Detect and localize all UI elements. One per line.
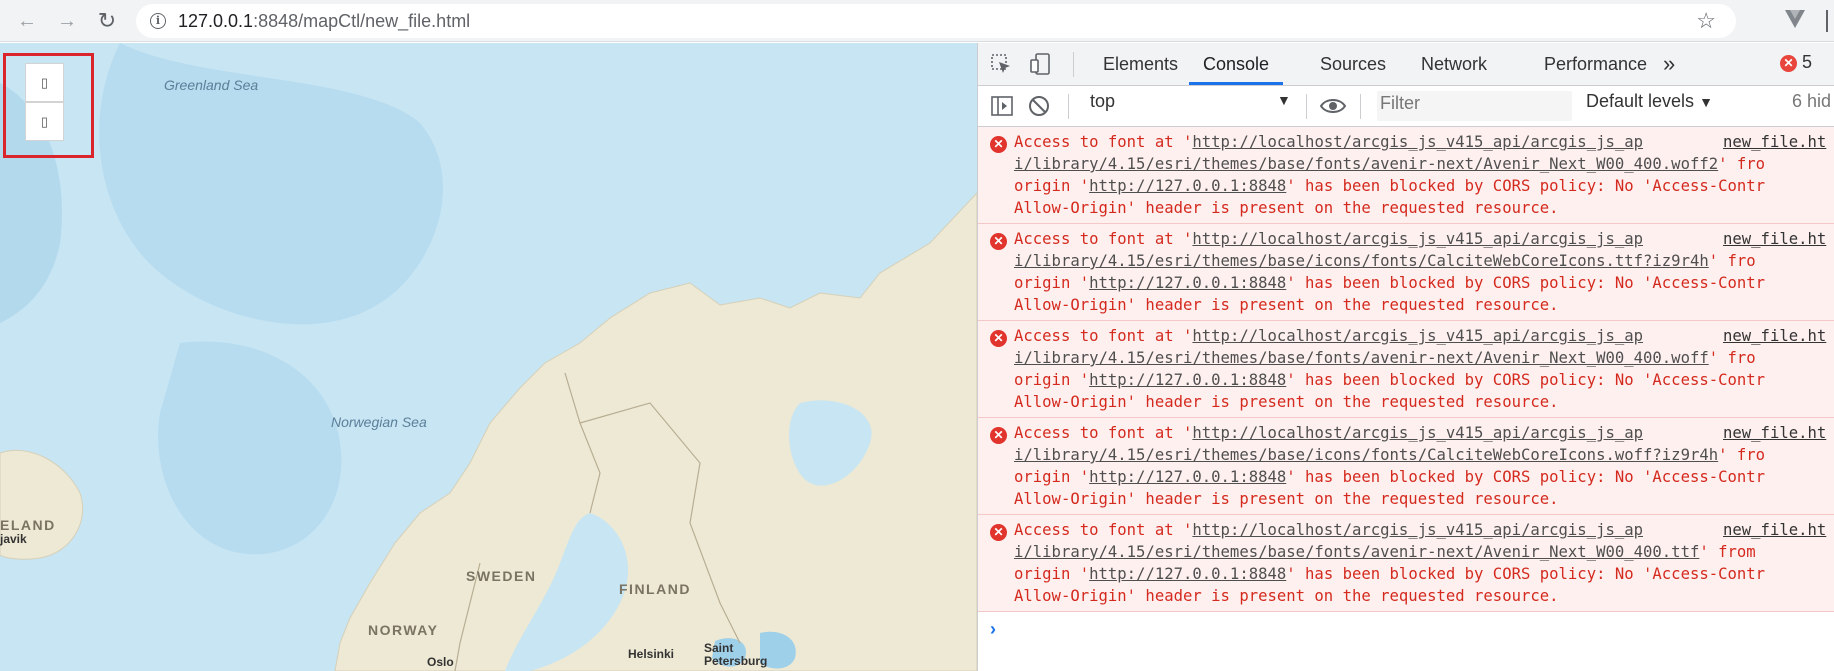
console-error-message[interactable]: ✕ Access to font at 'http://localhost/ar… xyxy=(978,321,1834,418)
source-link[interactable]: new_file.ht xyxy=(1723,131,1826,153)
context-selector[interactable]: top xyxy=(1090,91,1115,112)
inspect-element-icon[interactable] xyxy=(990,53,1012,75)
console-error-message[interactable]: ✕ Access to font at 'http://localhost/ar… xyxy=(978,127,1834,224)
error-icon: ✕ xyxy=(990,524,1007,541)
tab-sources[interactable]: Sources xyxy=(1320,43,1386,85)
error-count[interactable]: 5 xyxy=(1802,52,1812,73)
font-url-link[interactable]: http://localhost/arcgis_js_v415_api/arcg… xyxy=(1192,133,1643,151)
origin-link[interactable]: http://127.0.0.1:8848 xyxy=(1089,274,1286,292)
console-error-message[interactable]: ✕ Access to font at 'http://localhost/ar… xyxy=(978,224,1834,321)
error-icon: ✕ xyxy=(990,233,1007,250)
info-icon[interactable]: i xyxy=(150,13,166,29)
origin-link[interactable]: http://127.0.0.1:8848 xyxy=(1089,177,1286,195)
more-tabs-button[interactable]: » xyxy=(1663,43,1675,85)
toolbar-divider xyxy=(1826,10,1828,32)
font-url-link[interactable]: i/library/4.15/esri/themes/base/icons/fo… xyxy=(1014,252,1709,270)
label-norway: NORWAY xyxy=(368,622,439,638)
devtools-panel: Elements Console Sources Network Perform… xyxy=(977,43,1834,671)
sidebar-toggle-icon[interactable] xyxy=(990,94,1014,118)
device-toolbar-icon[interactable] xyxy=(1029,52,1051,76)
reload-button[interactable]: ↻ xyxy=(94,8,120,34)
url-text[interactable]: 127.0.0.1:8848/mapCtl/new_file.html xyxy=(178,11,470,32)
arrow-right-icon: → xyxy=(57,10,77,32)
tab-elements[interactable]: Elements xyxy=(1103,43,1178,85)
label-sweden: SWEDEN xyxy=(466,568,537,584)
tab-console[interactable]: Console xyxy=(1188,43,1284,85)
label-helsinki: Helsinki xyxy=(628,647,675,661)
reload-icon: ↻ xyxy=(97,8,117,33)
chevron-down-icon: ▼ xyxy=(1699,94,1713,110)
error-icon: ✕ xyxy=(990,427,1007,444)
label-finland: FINLAND xyxy=(619,581,691,597)
tab-divider xyxy=(1073,52,1074,77)
devtools-tabbar: Elements Console Sources Network Perform… xyxy=(978,43,1834,86)
map-control-button-2[interactable]: ▯ xyxy=(25,102,64,141)
clear-console-icon[interactable] xyxy=(1027,94,1051,118)
label-greenland-sea: Greenland Sea xyxy=(164,77,259,93)
browser-window: ← → ↻ i 127.0.0.1:8848/mapCtl/new_file.h… xyxy=(0,0,1834,671)
toolbar-divider xyxy=(1068,94,1069,119)
console-error-message[interactable]: ✕ Access to font at 'http://localhost/ar… xyxy=(978,515,1834,612)
star-icon[interactable]: ☆ xyxy=(1696,8,1716,34)
font-url-link[interactable]: http://localhost/arcgis_js_v415_api/arcg… xyxy=(1192,327,1643,345)
error-icon: ✕ xyxy=(990,330,1007,347)
chevron-down-icon[interactable]: ▼ xyxy=(1277,92,1291,108)
origin-link[interactable]: http://127.0.0.1:8848 xyxy=(1089,371,1286,389)
label-norwegian-sea: Norwegian Sea xyxy=(331,414,427,430)
highlighted-controls-frame: ▯ ▯ xyxy=(3,53,94,158)
hidden-messages-count[interactable]: 6 hid xyxy=(1792,91,1831,112)
console-prompt[interactable]: › xyxy=(990,619,996,640)
error-count-icon[interactable]: ✕ xyxy=(1780,55,1797,72)
console-error-message[interactable]: ✕ Access to font at 'http://localhost/ar… xyxy=(978,418,1834,515)
source-link[interactable]: new_file.ht xyxy=(1723,228,1826,250)
font-url-link[interactable]: i/library/4.15/esri/themes/base/fonts/av… xyxy=(1014,155,1718,173)
label-iceland: ELAND xyxy=(0,517,56,533)
source-link[interactable]: new_file.ht xyxy=(1723,422,1826,444)
console-messages: ✕ Access to font at 'http://localhost/ar… xyxy=(978,127,1834,671)
toolbar-divider xyxy=(1306,94,1307,119)
source-link[interactable]: new_file.ht xyxy=(1723,325,1826,347)
console-toolbar: top ▼ Filter Default levels ▼ 6 hid xyxy=(978,86,1834,127)
arrow-left-icon: ← xyxy=(17,10,37,32)
back-button[interactable]: ← xyxy=(14,8,40,34)
tab-performance[interactable]: Performance xyxy=(1544,43,1647,85)
tab-network[interactable]: Network xyxy=(1421,43,1487,85)
address-bar[interactable]: i 127.0.0.1:8848/mapCtl/new_file.html ☆ xyxy=(136,4,1736,38)
map-view[interactable]: Greenland Sea Norwegian Sea SWEDEN FINLA… xyxy=(0,43,977,671)
log-levels-dropdown[interactable]: Default levels ▼ xyxy=(1586,91,1713,112)
browser-toolbar: ← → ↻ i 127.0.0.1:8848/mapCtl/new_file.h… xyxy=(0,0,1834,42)
font-url-link[interactable]: http://localhost/arcgis_js_v415_api/arcg… xyxy=(1192,424,1643,442)
vue-devtools-icon[interactable] xyxy=(1783,7,1807,31)
map-control-button-1[interactable]: ▯ xyxy=(25,63,64,102)
origin-link[interactable]: http://127.0.0.1:8848 xyxy=(1089,468,1286,486)
toolbar-divider xyxy=(1360,94,1361,119)
filter-placeholder: Filter xyxy=(1380,93,1420,113)
font-url-link[interactable]: i/library/4.15/esri/themes/base/fonts/av… xyxy=(1014,349,1709,367)
label-oslo: Oslo xyxy=(427,655,454,669)
label-reykjavik: javik xyxy=(0,532,27,546)
source-link[interactable]: new_file.ht xyxy=(1723,519,1826,541)
font-url-link[interactable]: i/library/4.15/esri/themes/base/icons/fo… xyxy=(1014,446,1718,464)
font-url-link[interactable]: i/library/4.15/esri/themes/base/fonts/av… xyxy=(1014,543,1699,561)
font-url-link[interactable]: http://localhost/arcgis_js_v415_api/arcg… xyxy=(1192,521,1643,539)
origin-link[interactable]: http://127.0.0.1:8848 xyxy=(1089,565,1286,583)
label-petersburg: Petersburg xyxy=(704,654,768,668)
error-icon: ✕ xyxy=(990,136,1007,153)
eye-icon[interactable] xyxy=(1319,94,1347,118)
font-url-link[interactable]: http://localhost/arcgis_js_v415_api/arcg… xyxy=(1192,230,1643,248)
forward-button[interactable]: → xyxy=(54,8,80,34)
